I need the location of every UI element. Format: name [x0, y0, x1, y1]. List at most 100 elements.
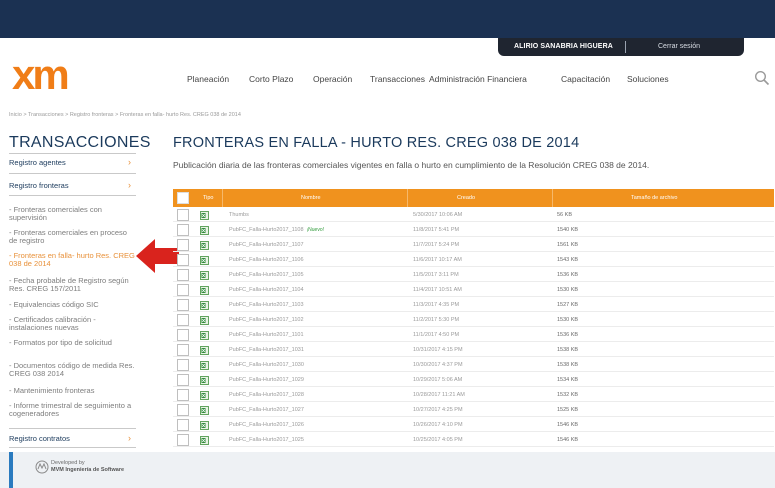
table-row[interactable]: PubFC_Falla-Hurto2017_1104 11/4/2017 10:5…: [173, 284, 774, 297]
row-checkbox[interactable]: [177, 284, 189, 296]
file-name: PubFC_Falla-Hurto2017_1031: [229, 347, 304, 353]
select-all-checkbox[interactable]: [177, 192, 189, 204]
nav-item[interactable]: Administración Financiera: [429, 74, 527, 84]
row-checkbox[interactable]: [177, 434, 189, 446]
excel-file-icon: [200, 406, 209, 415]
file-size: 1536 KB: [557, 332, 579, 338]
row-checkbox[interactable]: [177, 419, 189, 431]
column-header-creado[interactable]: Creado: [457, 195, 475, 201]
sidebar-item-registro-contratos[interactable]: Registro contratos: [9, 434, 70, 443]
file-name-link[interactable]: PubFC_Falla-Hurto2017_1029: [229, 377, 304, 383]
excel-file-icon: [200, 361, 209, 370]
file-size: 1546 KB: [557, 422, 579, 428]
created-date: 11/3/2017 4:35 PM: [413, 302, 460, 308]
row-checkbox[interactable]: [177, 269, 189, 281]
file-name-link[interactable]: PubFC_Falla-Hurto2017_1101: [229, 332, 304, 338]
file-name: PubFC_Falla-Hurto2017_1108: [229, 227, 304, 233]
sidebar-subitem[interactable]: - Fecha probable de Registro según Res. …: [9, 277, 137, 293]
file-name-link[interactable]: PubFC_Falla-Hurto2017_1026: [229, 422, 304, 428]
table-row[interactable]: PubFC_Falla-Hurto2017_1103 11/3/2017 4:35…: [173, 299, 774, 312]
sidebar-subitem[interactable]: - Informe trimestral de seguimiento a co…: [9, 402, 137, 418]
file-name-link[interactable]: PubFC_Falla-Hurto2017_1102: [229, 317, 304, 323]
file-name: PubFC_Falla-Hurto2017_1104: [229, 287, 304, 293]
file-name: PubFC_Falla-Hurto2017_1030: [229, 362, 304, 368]
sidebar-item-registro-fronteras[interactable]: Registro fronteras: [9, 181, 69, 190]
sidebar-subitem[interactable]: - Certificados calibración - instalacion…: [9, 316, 137, 332]
logout-link[interactable]: Cerrar sesión: [658, 43, 700, 50]
footer-credit[interactable]: Developed by MVM Ingeniería de Software: [51, 460, 124, 474]
table-row[interactable]: PubFC_Falla-Hurto2017_1026 10/26/2017 4:1…: [173, 419, 774, 432]
file-size: 1534 KB: [557, 377, 579, 383]
row-checkbox[interactable]: [177, 239, 189, 251]
file-size: 1546 KB: [557, 437, 579, 443]
footer-accent-bar: [9, 452, 13, 488]
nav-item[interactable]: Capacitación: [561, 74, 610, 84]
file-name: PubFC_Falla-Hurto2017_1101: [229, 332, 304, 338]
table-row[interactable]: PubFC_Falla-Hurto2017_1031 10/31/2017 4:1…: [173, 344, 774, 357]
file-name-link[interactable]: PubFC_Falla-Hurto2017_1025: [229, 437, 304, 443]
row-checkbox[interactable]: [177, 254, 189, 266]
table-row[interactable]: Thumbs 5/30/2017 10:06 AM 56 KB: [173, 209, 774, 222]
sidebar-subitem[interactable]: - Documentos código de medida Res. CREG …: [9, 362, 137, 378]
created-date: 11/4/2017 10:51 AM: [413, 287, 462, 293]
breadcrumb[interactable]: Inicio > Transacciones > Registro fronte…: [9, 112, 241, 118]
sidebar-subitem[interactable]: - Equivalencias código SIC: [9, 301, 137, 309]
nav-item[interactable]: Operación: [313, 74, 352, 84]
search-icon[interactable]: [754, 70, 770, 86]
row-checkbox[interactable]: [177, 389, 189, 401]
row-checkbox[interactable]: [177, 374, 189, 386]
file-size: 1540 KB: [557, 227, 579, 233]
row-checkbox[interactable]: [177, 224, 189, 236]
file-size: 1532 KB: [557, 392, 579, 398]
nav-item[interactable]: Transacciones: [370, 74, 425, 84]
file-name-link[interactable]: PubFC_Falla-Hurto2017_1027: [229, 407, 304, 413]
sidebar-item-registro-agentes[interactable]: Registro agentes: [9, 158, 66, 167]
file-name-link[interactable]: PubFC_Falla-Hurto2017_1108 ¡Nuevo!: [229, 227, 324, 233]
xm-logo[interactable]: xm: [12, 52, 80, 98]
created-date: 10/25/2017 4:05 PM: [413, 437, 463, 443]
file-size: 1527 KB: [557, 302, 579, 308]
table-row[interactable]: PubFC_Falla-Hurto2017_1107 11/7/2017 5:24…: [173, 239, 774, 252]
file-name-link[interactable]: PubFC_Falla-Hurto2017_1103: [229, 302, 304, 308]
table-row[interactable]: PubFC_Falla-Hurto2017_1029 10/29/2017 5:0…: [173, 374, 774, 387]
file-name-link[interactable]: PubFC_Falla-Hurto2017_1105: [229, 272, 304, 278]
row-checkbox[interactable]: [177, 359, 189, 371]
nav-item[interactable]: Soluciones: [627, 74, 669, 84]
file-name: PubFC_Falla-Hurto2017_1103: [229, 302, 304, 308]
row-checkbox[interactable]: [177, 209, 189, 221]
row-checkbox[interactable]: [177, 404, 189, 416]
excel-file-icon: [200, 286, 209, 295]
table-row[interactable]: PubFC_Falla-Hurto2017_1025 10/25/2017 4:0…: [173, 434, 774, 447]
table-row[interactable]: PubFC_Falla-Hurto2017_1102 11/2/2017 5:30…: [173, 314, 774, 327]
table-row[interactable]: PubFC_Falla-Hurto2017_1030 10/30/2017 4:3…: [173, 359, 774, 372]
table-row[interactable]: PubFC_Falla-Hurto2017_1108 ¡Nuevo! 11/8/20…: [173, 224, 774, 237]
file-name-link[interactable]: PubFC_Falla-Hurto2017_1030: [229, 362, 304, 368]
table-row[interactable]: PubFC_Falla-Hurto2017_1105 11/5/2017 3:11…: [173, 269, 774, 282]
nav-item[interactable]: Planeación: [187, 74, 229, 84]
file-name: PubFC_Falla-Hurto2017_1027: [229, 407, 304, 413]
row-checkbox[interactable]: [177, 344, 189, 356]
file-name-link[interactable]: Thumbs: [229, 212, 249, 218]
file-name-link[interactable]: PubFC_Falla-Hurto2017_1104: [229, 287, 304, 293]
sidebar-subitem[interactable]: - Fronteras comerciales en proceso de re…: [9, 229, 137, 245]
nav-item[interactable]: Corto Plazo: [249, 74, 293, 84]
file-name-link[interactable]: PubFC_Falla-Hurto2017_1031: [229, 347, 304, 353]
sidebar-subitem[interactable]: - Fronteras en falla- hurto Res. CREG 03…: [9, 252, 137, 268]
sidebar-subitem[interactable]: - Formatos por tipo de solicitud: [9, 339, 137, 347]
table-row[interactable]: PubFC_Falla-Hurto2017_1028 10/28/2017 11:…: [173, 389, 774, 402]
row-checkbox[interactable]: [177, 329, 189, 341]
table-row[interactable]: PubFC_Falla-Hurto2017_1027 10/27/2017 4:2…: [173, 404, 774, 417]
file-name-link[interactable]: PubFC_Falla-Hurto2017_1028: [229, 392, 304, 398]
column-header-nombre[interactable]: Nombre: [301, 195, 321, 201]
row-checkbox[interactable]: [177, 299, 189, 311]
created-date: 10/28/2017 11:21 AM: [413, 392, 465, 398]
row-checkbox[interactable]: [177, 314, 189, 326]
sidebar-subitem[interactable]: - Fronteras comerciales con supervisión: [9, 206, 137, 222]
column-header-tamano[interactable]: Tamaño de archivo: [631, 195, 677, 201]
table-row[interactable]: PubFC_Falla-Hurto2017_1101 11/1/2017 4:50…: [173, 329, 774, 342]
file-name-link[interactable]: PubFC_Falla-Hurto2017_1107: [229, 242, 304, 248]
sidebar-subitem[interactable]: - Mantenimiento fronteras: [9, 387, 137, 395]
column-header-tipo[interactable]: Tipo: [203, 195, 214, 201]
file-name-link[interactable]: PubFC_Falla-Hurto2017_1106: [229, 257, 304, 263]
table-row[interactable]: PubFC_Falla-Hurto2017_1106 11/6/2017 10:1…: [173, 254, 774, 267]
